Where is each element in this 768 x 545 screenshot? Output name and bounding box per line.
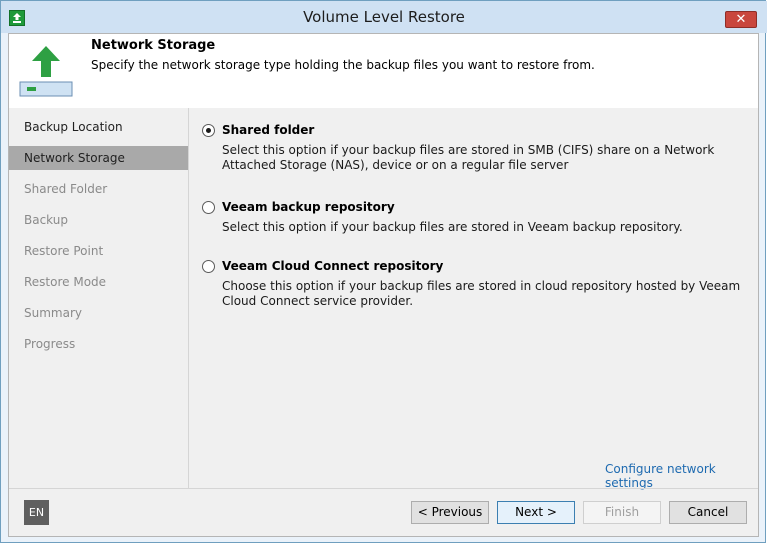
cloud-connect-label[interactable]: Veeam Cloud Connect repository [222,259,443,273]
configure-network-settings-link[interactable]: Configure network settings [605,462,758,490]
title-bar[interactable]: Volume Level Restore ✕ [1,1,767,33]
window-title: Volume Level Restore [303,8,465,26]
close-button[interactable]: ✕ [725,11,757,28]
step-backup: Backup [24,213,68,227]
page-title: Network Storage [91,38,216,53]
shared-folder-label[interactable]: Shared folder [222,123,314,137]
wizard-body: Network Storage Specify the network stor… [8,33,759,537]
restore-upload-icon [18,44,74,102]
shared-folder-description: Select this option if your backup files … [222,143,715,172]
veeam-repository-radio[interactable] [202,201,215,214]
page-subtitle: Specify the network storage type holding… [91,58,595,72]
step-progress: Progress [24,337,76,351]
options-panel: Shared folder Select this option if your… [189,108,758,490]
cloud-connect-radio[interactable] [202,260,215,273]
wizard-header: Network Storage Specify the network stor… [9,34,758,108]
cloud-connect-description: Choose this option if your backup files … [222,279,741,308]
finish-button[interactable]: Finish [583,501,661,524]
wizard-window: Volume Level Restore ✕ Network Storage S… [0,0,767,543]
step-summary: Summary [24,306,82,320]
veeam-repository-description: Select this option if your backup files … [222,220,683,234]
previous-button[interactable]: < Previous [411,501,489,524]
next-button[interactable]: Next > [497,501,575,524]
veeam-repository-label[interactable]: Veeam backup repository [222,200,395,214]
step-network-storage[interactable]: Network Storage [9,146,188,170]
wizard-steps: Backup Location Network Storage Shared F… [9,108,188,488]
step-restore-mode: Restore Mode [24,275,107,289]
footer-divider [9,488,758,489]
step-restore-point: Restore Point [24,244,104,258]
shared-folder-radio[interactable] [202,124,215,137]
step-shared-folder: Shared Folder [24,182,108,196]
cancel-button[interactable]: Cancel [669,501,747,524]
language-indicator[interactable]: EN [24,500,49,525]
step-backup-location[interactable]: Backup Location [9,115,188,139]
